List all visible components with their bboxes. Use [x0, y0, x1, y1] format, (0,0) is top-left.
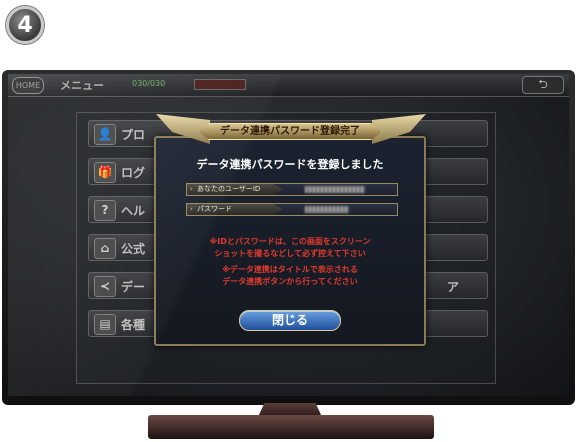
menu-item-label: 各種 [121, 318, 146, 332]
person-icon: 👤 [94, 124, 116, 145]
menu-item-label: プロ [121, 128, 146, 142]
back-arrow-icon: ⮌ [538, 77, 548, 91]
close-button[interactable]: 閉じる [239, 310, 341, 331]
password-field: パスワード › [186, 203, 398, 216]
user-id-field: あなたのユーザーID › [186, 183, 398, 196]
chevron-right-icon: › [190, 185, 193, 193]
menu-item-label: デー [121, 280, 146, 294]
tv-stand-base [148, 415, 434, 439]
menu-item-label: 公式 [121, 242, 146, 256]
menu-title: メニュー [60, 79, 104, 92]
menu-item-label: ヘル [121, 204, 146, 218]
masked-password [305, 206, 349, 213]
menu-item-label-right: ア [446, 280, 459, 294]
document-icon: ▤ [94, 314, 116, 335]
notice-data-link-line-2: データ連携ボタンから行ってください [222, 277, 358, 286]
back-button[interactable]: ⮌ [522, 76, 564, 94]
home-button[interactable]: HOME [12, 77, 44, 94]
share-icon: ≺ [94, 276, 116, 297]
step-number-badge: 4 [6, 6, 44, 44]
masked-user-id [305, 186, 365, 193]
gift-icon: 🎁 [94, 162, 116, 183]
menu-item-label: ログ [121, 166, 146, 180]
notice-data-link-line-1: ※データ連携はタイトルで表示される [222, 265, 358, 274]
password-label: パスワード [187, 204, 283, 215]
chevron-right-icon: › [190, 205, 193, 213]
notice-save-credentials-line-2: ショットを撮るなどして必ず控えて下さい [214, 249, 366, 258]
dialog-title: データ連携パスワード登録完了 [198, 123, 382, 140]
game-top-bar: HOME メニュー 030/030 ⮌ [8, 74, 569, 97]
notice-save-credentials-line-1: ※IDとパスワードは、この画面をスクリーン [209, 237, 371, 246]
help-icon: ? [94, 200, 116, 221]
stamina-counter: 030/030 [132, 79, 166, 88]
user-id-label: あなたのユーザーID [187, 184, 283, 195]
dialog-heading: データ連携パスワードを登録しました [196, 158, 384, 171]
home-icon: ⌂ [94, 238, 116, 259]
stamina-bar [194, 79, 246, 90]
tv-screen: HOME メニュー 030/030 ⮌ 👤 プロ 🎁 ログ ? ヘル ⌂ 公式 … [8, 74, 569, 396]
